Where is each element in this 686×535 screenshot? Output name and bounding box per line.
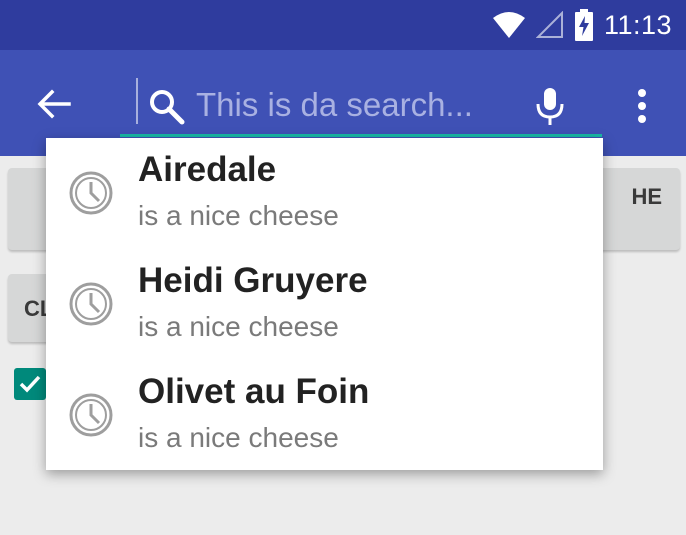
back-arrow-icon bbox=[37, 89, 71, 119]
more-vert-icon bbox=[638, 89, 646, 123]
search-underline bbox=[120, 134, 602, 137]
search-input[interactable] bbox=[196, 78, 496, 132]
overflow-menu-button[interactable] bbox=[622, 84, 662, 128]
suggestion-title: Airedale bbox=[138, 150, 277, 189]
suggestion-item[interactable]: Olivet au Foin is a nice cheese bbox=[46, 360, 603, 470]
battery-charging-icon bbox=[574, 9, 593, 41]
suggestion-title: Olivet au Foin bbox=[138, 372, 370, 411]
suggestion-item[interactable]: Heidi Gruyere is a nice cheese bbox=[46, 249, 603, 359]
checkbox[interactable] bbox=[14, 368, 46, 400]
history-icon bbox=[69, 282, 113, 326]
microphone-button[interactable] bbox=[528, 84, 572, 128]
status-time: 11:13 bbox=[603, 9, 672, 40]
suggestion-item[interactable]: Airedale is a nice cheese bbox=[46, 138, 603, 248]
search-divider bbox=[136, 78, 138, 124]
wifi-icon bbox=[492, 12, 525, 38]
history-icon bbox=[69, 171, 113, 215]
status-icons: 11:13 bbox=[492, 8, 672, 42]
suggestion-subtitle: is a nice cheese bbox=[138, 422, 339, 453]
search-icon bbox=[150, 90, 185, 125]
status-bar: 11:13 bbox=[0, 0, 686, 50]
suggestion-title: Heidi Gruyere bbox=[138, 261, 368, 300]
cell-signal-icon bbox=[535, 11, 563, 38]
back-button[interactable] bbox=[30, 80, 78, 128]
suggestion-subtitle: is a nice cheese bbox=[138, 311, 339, 342]
history-icon bbox=[69, 393, 113, 437]
microphone-icon bbox=[536, 88, 564, 125]
search-suggestions-popup: Airedale is a nice cheese Heidi Gruyere … bbox=[46, 138, 603, 470]
background-button-label: HE bbox=[631, 184, 662, 209]
check-icon bbox=[19, 375, 41, 393]
suggestion-subtitle: is a nice cheese bbox=[138, 200, 339, 231]
